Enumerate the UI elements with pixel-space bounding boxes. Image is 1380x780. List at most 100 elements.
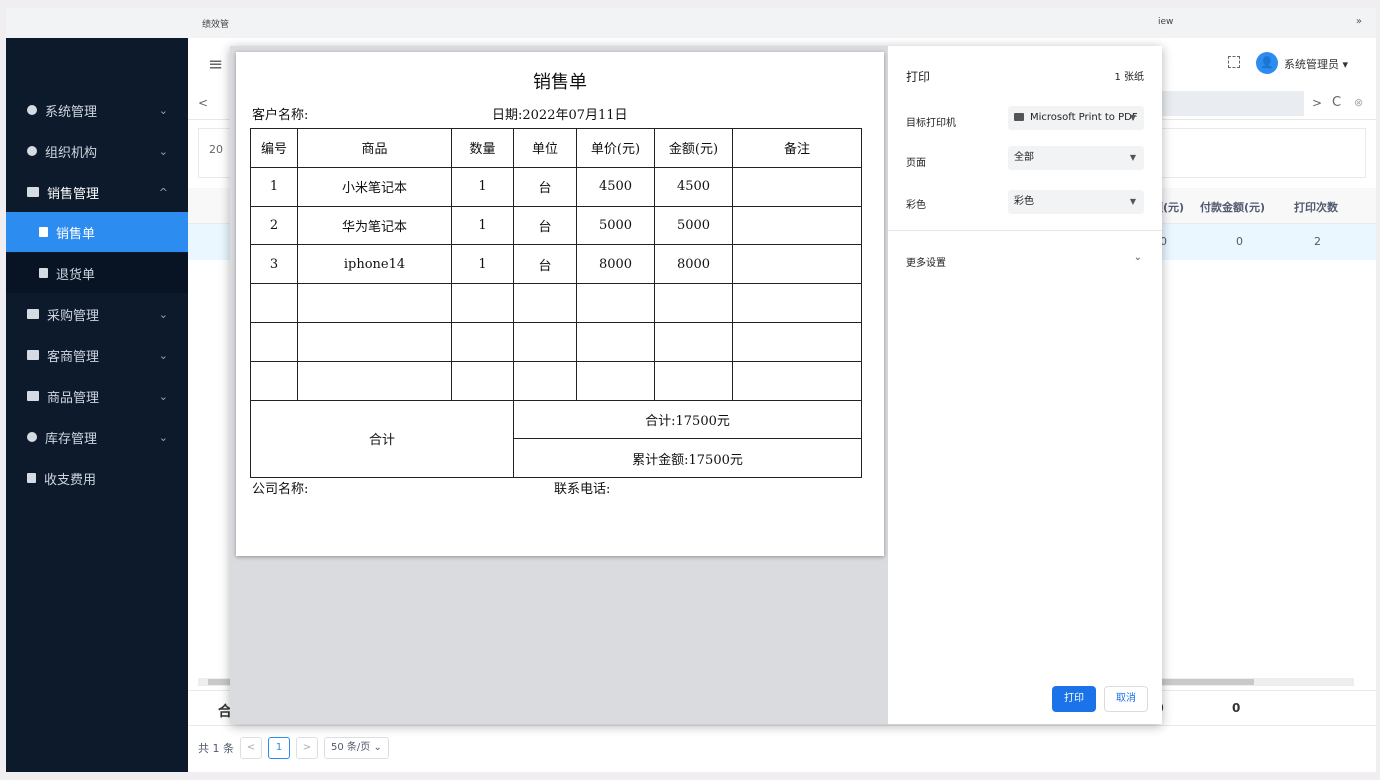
table-cell: 华为笔记本 [297,205,452,246]
table-cell: 4500 [576,166,655,207]
document-icon [39,268,48,278]
table-cell: 4500 [654,166,733,207]
sales-order-table: 编号 商品 数量 单位 单价(元) 金额(元) 备注 1 小米笔记本 1 台 4… [250,128,862,479]
sidebar-item-products[interactable]: 商品管理 ⌄ [6,376,188,416]
sidebar-item-label: 销售管理 [47,186,100,202]
pages-select[interactable]: 全部 ▼ [1008,146,1144,170]
table-row: 1 小米笔记本 1 台 4500 4500 [250,166,862,207]
column-header: 付款金额(元) [1200,201,1266,214]
prev-page-button[interactable]: < [240,737,262,759]
sidebar-item-sales-order[interactable]: 销售单 [6,212,188,252]
tabs-scroll-right-icon[interactable]: > [1312,96,1322,110]
divider [888,230,1162,231]
bookmarks-overflow-icon[interactable]: » [1356,16,1362,27]
empty-row [250,321,862,362]
phone-label: 联系电话: [554,482,611,497]
tabs-scroll-left-icon[interactable]: < [198,96,208,110]
pages-label: 页面 [906,158,926,169]
sidebar-item-system[interactable]: 系统管理 ⌄ [6,90,188,130]
sidebar: 系统管理 ⌄ 组织机构 ⌄ 销售管理 ^ 销售单 退货单 采购管理 ⌄ 客商管理… [6,38,188,772]
preview-page: 销售单 客户名称: 日期:2022年07月11日 编号 商品 数量 单位 单价(… [236,52,884,556]
table-row: 2 华为笔记本 1 台 5000 5000 [250,205,862,246]
next-page-button[interactable]: > [296,737,318,759]
table-cell: 5000 [654,205,733,246]
sidebar-item-merchants[interactable]: 客商管理 ⌄ [6,335,188,375]
sidebar-item-organization[interactable]: 组织机构 ⌄ [6,131,188,171]
print-dialog: 销售单 客户名称: 日期:2022年07月11日 编号 商品 数量 单位 单价(… [230,46,1162,724]
chevron-down-icon[interactable]: ⌄ [1134,252,1142,263]
table-cell: 台 [513,205,577,246]
table-cell: 3 [250,244,298,285]
browser-bookmarks-bar: 绩效管 iew » [6,8,1376,38]
document-icon [39,227,48,237]
more-settings-toggle[interactable]: 更多设置 [906,254,946,269]
date-input[interactable]: 20 [209,143,223,156]
table-cell: 1 [451,244,514,285]
column-header: 数量 [451,128,514,168]
print-preview: 销售单 客户名称: 日期:2022年07月11日 编号 商品 数量 单位 单价(… [230,46,888,724]
hamburger-icon[interactable]: ≡ [208,54,223,75]
sidebar-item-label: 采购管理 [47,308,100,324]
table-cell: iphone14 [297,244,452,285]
summary-cumulative: 累计金额:17500元 [513,438,862,479]
sidebar-item-label: 退货单 [56,267,96,283]
print-title: 打印 [906,70,931,84]
summary-total: 合计:17500元 [513,399,862,440]
column-header: 单价(元) [576,128,655,168]
column-header: 金额(元) [654,128,733,168]
page-size-select[interactable]: 50 条/页 ⌄ [324,737,389,759]
folder-icon [27,391,39,401]
totals-value: 0 [1232,701,1241,715]
table-cell: 台 [513,166,577,207]
gear-icon [27,432,37,442]
empty-row [250,283,862,323]
table-cell: 1 [250,166,298,207]
sidebar-item-label: 库存管理 [45,431,98,447]
table-cell: 8000 [654,244,733,285]
table-cell: 1 [451,166,514,207]
table-cell: 5000 [576,205,655,246]
gear-icon [27,105,37,115]
company-label: 公司名称: [252,482,309,497]
refresh-icon[interactable]: C [1332,95,1341,110]
sidebar-item-inventory[interactable]: 库存管理 ⌄ [6,417,188,457]
print-button[interactable]: 打印 [1052,686,1096,712]
cancel-button[interactable]: 取消 [1104,686,1148,712]
printer-label: 目标打印机 [906,118,956,129]
bookmark-item[interactable]: 绩效管 [202,17,229,30]
table-cell: 1 [451,205,514,246]
color-select[interactable]: 彩色 ▼ [1008,190,1144,214]
sidebar-item-return-order[interactable]: 退货单 [6,253,188,293]
column-header: 打印次数 [1294,201,1338,214]
gear-icon [27,146,37,156]
summary-row: 合计 合计:17500元 [250,399,862,479]
customer-label: 客户名称: [252,108,309,123]
user-menu[interactable]: 系统管理员 ▾ [1284,56,1348,72]
bookmark-item[interactable]: iew [1158,17,1173,27]
sidebar-item-sales[interactable]: 销售管理 ^ [6,172,188,212]
sidebar-item-expenses[interactable]: 收支费用 [6,458,188,498]
fullscreen-icon[interactable] [1228,56,1240,68]
printer-select[interactable]: Microsoft Print to PDF ▼ [1008,106,1144,130]
print-settings-panel: 打印 1 张纸 目标打印机 Microsoft Print to PDF ▼ 页… [888,46,1162,724]
sidebar-item-label: 商品管理 [47,390,100,406]
close-icon[interactable]: ⊗ [1354,96,1363,109]
folder-icon [27,350,39,360]
table-cell: 8000 [576,244,655,285]
page-button[interactable]: 1 [268,737,290,759]
pagination: 共 1 条 < 1 > 50 条/页 ⌄ [198,736,389,760]
sidebar-item-label: 组织机构 [45,145,98,161]
chevron-down-icon: ⌄ [158,144,168,158]
caret-down-icon: ▼ [1129,113,1136,122]
caret-down-icon: ▼ [1129,153,1136,162]
avatar[interactable]: 👤 [1256,52,1278,74]
table-row: 3 iphone14 1 台 8000 8000 [250,244,862,285]
folder-icon [27,187,39,197]
summary-label: 合计 [250,399,514,479]
chevron-down-icon: ⌄ [158,348,168,362]
sidebar-item-purchase[interactable]: 采购管理 ⌄ [6,294,188,334]
document-icon [27,473,36,483]
tab-strip [1154,91,1304,116]
column-header: 商品 [297,128,452,168]
chevron-up-icon: ^ [158,185,168,199]
